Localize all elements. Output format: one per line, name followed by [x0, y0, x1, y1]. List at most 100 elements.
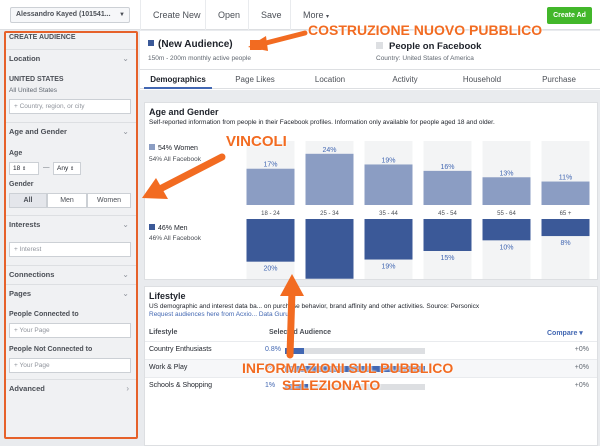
age-gender-section-header[interactable]: Age and Gender ⌄: [5, 122, 137, 140]
selected-audience-col-header: Selected Audience: [269, 329, 331, 336]
age-gender-chart: 17%18 - 2420%24%25 - 3428%19%35 - 4419%1…: [246, 141, 590, 279]
chevron-down-icon: ▼: [119, 12, 125, 18]
location-input[interactable]: + Country, region, or city: [9, 99, 131, 114]
annotation-constraints: VINCOLI: [226, 133, 287, 150]
tab-activity[interactable]: Activity: [372, 70, 438, 89]
tab-purchase[interactable]: Purchase: [526, 70, 592, 89]
location-sub: All United States: [9, 87, 58, 94]
audience-monthly: 150m - 200m monthly active people: [148, 55, 251, 62]
pages-label: Pages: [9, 289, 32, 298]
women-bar: [364, 164, 413, 205]
account-name: Alessandro Kayed (101541...: [16, 11, 111, 18]
tab-page-likes[interactable]: Page Likes: [220, 70, 290, 89]
save-button[interactable]: Save: [248, 0, 294, 30]
lifestyle-request-link[interactable]: Request audiences here from Acxio... Dat…: [149, 311, 291, 318]
age-tick-label: 55 - 64: [497, 211, 516, 217]
women-swatch: [149, 144, 155, 150]
gender-women-button[interactable]: Women: [87, 193, 131, 208]
interest-input[interactable]: + Interest: [9, 242, 131, 257]
lifestyle-pct: 0.8%: [265, 346, 281, 353]
create-new-button[interactable]: Create New: [140, 0, 213, 30]
age-gender-desc: Self-reported information from people in…: [149, 119, 495, 126]
location-section-header[interactable]: Location ⌄: [5, 49, 137, 67]
men-swatch: [149, 224, 155, 230]
not-connected-page-input[interactable]: + Your Page: [9, 358, 131, 373]
compare-audience-name: People on Facebook: [376, 41, 481, 52]
age-label: Age: [9, 150, 23, 157]
gender-all-button[interactable]: All: [9, 193, 47, 208]
stepper-icon: ⇕: [22, 166, 27, 172]
stepper-icon: ⇕: [70, 166, 75, 172]
compare-dropdown[interactable]: Compare ▾: [547, 329, 583, 337]
age-dash: —: [43, 164, 50, 171]
age-gender-card: Age and Gender Self-reported information…: [144, 102, 598, 280]
tab-demographics[interactable]: Demographics: [144, 70, 212, 89]
men-bar-label: 10%: [499, 244, 513, 251]
age-tick-label: 45 - 54: [438, 211, 457, 217]
age-from-value: 18: [13, 165, 21, 172]
not-connected-placeholder: Your Page: [19, 362, 50, 369]
women-bar-label: 16%: [440, 164, 454, 171]
caret-down-icon: ▾: [579, 330, 583, 337]
more-label: More: [303, 10, 324, 20]
annotation-info-line2: SELEZIONATO: [282, 377, 381, 393]
lifestyle-pct: 1%: [265, 382, 276, 389]
age-tick-label: 65 +: [560, 211, 572, 217]
women-bar: [541, 181, 590, 205]
age-gender-label: Age and Gender: [9, 127, 67, 136]
women-legend: 54% Women: [149, 144, 198, 152]
open-button[interactable]: Open: [205, 0, 252, 30]
account-selector[interactable]: Alessandro Kayed (101541... ▼: [10, 7, 130, 23]
sidebar-title: CREATE AUDIENCE: [9, 34, 76, 41]
gender-men-button[interactable]: Men: [47, 193, 87, 208]
create-ad-button[interactable]: Create Ad: [547, 7, 592, 24]
insights-tabs: Demographics Page Likes Location Activit…: [140, 69, 600, 89]
women-label: 54% Women: [158, 145, 198, 152]
men-bar-label: 8%: [560, 240, 570, 247]
age-gender-title: Age and Gender: [149, 107, 219, 117]
interest-placeholder: Interest: [19, 246, 42, 253]
women-bar: [246, 168, 295, 205]
table-row[interactable]: Country Enthusiasts 0.8% +0%: [145, 341, 597, 359]
compare-country: Country: United States of America: [376, 55, 474, 62]
tab-household[interactable]: Household: [446, 70, 518, 89]
connected-to-label: People Connected to: [9, 311, 79, 318]
connected-page-input[interactable]: + Your Page: [9, 323, 131, 338]
audience-color-swatch: [148, 40, 154, 46]
lifestyle-bar-track: [285, 348, 425, 354]
compare-name-text: People on Facebook: [389, 41, 482, 52]
men-bar: [482, 219, 531, 241]
lifestyle-compare: +0%: [574, 346, 589, 353]
connections-label: Connections: [9, 270, 55, 279]
age-from-select[interactable]: 18 ⇕: [9, 162, 39, 175]
men-label: 46% Men: [158, 225, 188, 232]
chevron-right-icon: ›: [126, 384, 129, 393]
chevron-down-icon: ⌄: [122, 127, 129, 136]
compare-color-swatch: [376, 42, 383, 49]
age-to-select[interactable]: Any ⇕: [53, 162, 81, 175]
compare-label: Compare: [547, 330, 578, 337]
tab-location[interactable]: Location: [298, 70, 362, 89]
audience-name: (New Audience): [148, 39, 233, 50]
interests-section-header[interactable]: Interests ⌄: [5, 215, 137, 233]
chevron-down-icon: ⌄: [122, 54, 129, 63]
annotation-info-line1: INFORMAZIONI SUL PUBBLICO: [242, 360, 454, 376]
connections-section-header[interactable]: Connections ⌄: [5, 265, 137, 283]
lifestyle-desc: US demographic and interest data ba... o…: [149, 303, 480, 310]
men-bar: [364, 219, 413, 260]
lifestyle-col-header: Lifestyle: [149, 329, 178, 336]
men-bar: [423, 219, 472, 251]
lifestyle-compare: +0%: [574, 364, 589, 371]
interests-label: Interests: [9, 220, 41, 229]
advanced-section-header[interactable]: Advanced ›: [5, 379, 137, 397]
men-all-facebook: 46% All Facebook: [149, 235, 202, 242]
age-to-value: Any: [57, 165, 69, 172]
lifestyle-category: Country Enthusiasts: [149, 346, 212, 353]
caret-down-icon: ▾: [326, 14, 330, 20]
gender-label: Gender: [9, 181, 34, 188]
pages-section-header[interactable]: Pages ⌄: [5, 284, 137, 302]
create-audience-sidebar: CREATE AUDIENCE Location ⌄ UNITED STATES…: [5, 31, 137, 437]
women-bar: [482, 177, 531, 205]
location-placeholder: Country, region, or city: [19, 103, 85, 110]
men-bar: [541, 219, 590, 237]
